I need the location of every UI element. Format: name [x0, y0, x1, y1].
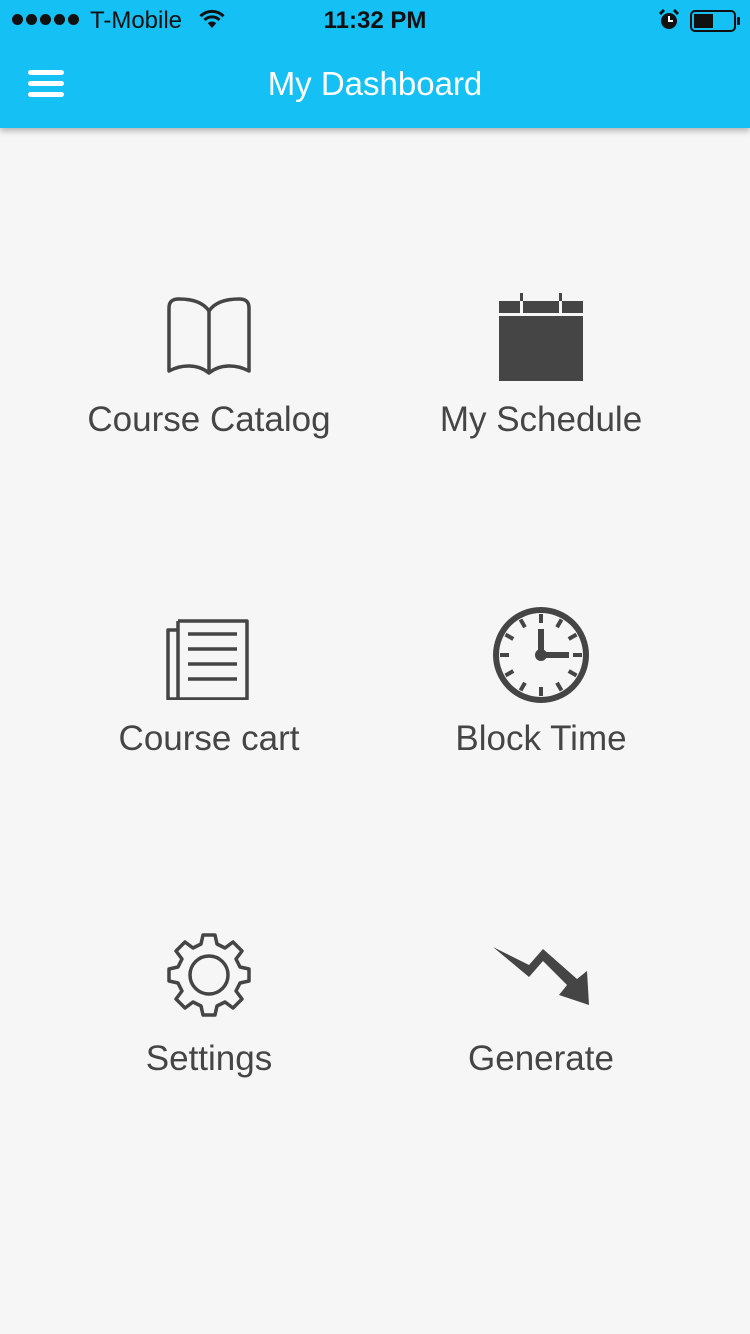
tile-label: Block Time: [455, 719, 627, 758]
clock-icon: [376, 605, 706, 705]
alarm-icon: [657, 8, 681, 39]
trend-arrow-icon: [376, 925, 706, 1025]
course-cart-button[interactable]: Course cart: [44, 605, 374, 845]
page-title: My Dashboard: [267, 65, 483, 102]
tile-label: Course Catalog: [87, 400, 331, 439]
tile-label: Generate: [468, 1039, 614, 1078]
tile-label: Settings: [145, 1039, 273, 1078]
gear-icon: [44, 925, 374, 1025]
battery-icon: [690, 9, 742, 40]
tile-label: My Schedule: [439, 400, 643, 439]
status-time: 11:32 PM: [323, 7, 427, 34]
settings-button[interactable]: Settings: [44, 925, 374, 1165]
generate-button[interactable]: Generate: [376, 925, 706, 1165]
course-catalog-button[interactable]: Course Catalog: [44, 286, 374, 526]
document-list-icon: [44, 605, 374, 705]
block-time-button[interactable]: Block Time: [376, 605, 706, 845]
app-bar: T-Mobile 11:32 PM My Dashboard: [0, 0, 750, 128]
book-icon: [44, 286, 374, 386]
calendar-icon: [376, 286, 706, 386]
my-schedule-button[interactable]: My Schedule: [376, 286, 706, 526]
status-bar: T-Mobile 11:32 PM: [0, 0, 750, 40]
tile-label: Course cart: [118, 719, 300, 758]
